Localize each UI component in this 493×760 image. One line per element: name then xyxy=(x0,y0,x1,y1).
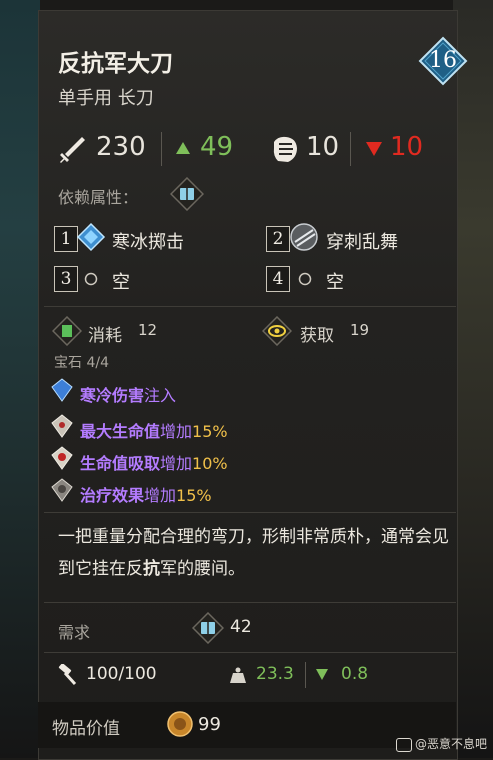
item-description: 一把重量分配合理的弯刀，形制非常质朴，通常会见到它挂在反抗军的腰间。 xyxy=(58,521,450,585)
requirement-label: 需求 xyxy=(58,623,91,642)
divider xyxy=(44,602,456,603)
gem-effect: 最大生命值增加15% xyxy=(80,418,228,442)
gem-effect-suffix: 增加 xyxy=(144,486,177,505)
consume-icon xyxy=(52,316,82,346)
skill-name[interactable]: 空 xyxy=(112,268,130,294)
weight-down: 0.8 xyxy=(341,664,369,684)
divider xyxy=(305,662,306,688)
gem-effect-name: 生命值吸取 xyxy=(80,454,161,473)
consume-value: 12 xyxy=(138,321,158,339)
gem-icon[interactable] xyxy=(50,378,74,402)
coin-icon xyxy=(167,711,193,737)
description-text: 一把重量分配合理的弯刀，形制非常质朴，通常会见到它挂在反 xyxy=(58,527,449,579)
divider xyxy=(44,306,456,307)
book-icon[interactable] xyxy=(170,177,204,211)
weight-icon xyxy=(230,667,246,683)
gem-icon[interactable] xyxy=(50,414,74,438)
gem-icon[interactable] xyxy=(50,446,74,470)
arrow-up-icon xyxy=(176,142,190,154)
item-name: 反抗军大刀 xyxy=(58,51,173,77)
divider xyxy=(44,512,456,513)
weight-up: 23.3 xyxy=(256,664,294,684)
skill-slot-number: 3 xyxy=(54,266,78,292)
description-text: 军的腰间。 xyxy=(160,559,245,579)
gem-effect-bonus: 10% xyxy=(192,454,228,473)
value-label: 物品价值 xyxy=(52,719,120,739)
gems-label: 宝石 4/4 xyxy=(54,355,109,371)
skill-slot-number: 2 xyxy=(266,226,290,252)
gauntlet-icon xyxy=(273,136,297,162)
attack-value: 230 xyxy=(96,132,146,162)
skill-slot-number: 4 xyxy=(266,266,290,292)
watermark: @恶意不息吧 xyxy=(395,735,487,752)
divider xyxy=(161,132,162,166)
dependency-label: 依赖属性： xyxy=(58,188,139,207)
gem-effect: 寒冷伤害注入 xyxy=(80,382,176,406)
skill-slot-number: 1 xyxy=(54,226,78,252)
background-right xyxy=(453,0,493,758)
empty-slot-icon[interactable] xyxy=(298,272,312,286)
requirement-value: 42 xyxy=(230,617,252,637)
sword-icon xyxy=(60,137,85,163)
eye-icon xyxy=(262,316,292,346)
skill-name[interactable]: 穿刺乱舞 xyxy=(326,228,398,254)
frost-gem-icon[interactable] xyxy=(76,222,106,252)
arrow-down-icon xyxy=(366,142,382,156)
watermark-text: @恶意不息吧 xyxy=(414,737,487,751)
gem-effect-name: 寒冷伤害 xyxy=(80,386,145,405)
skill-name[interactable]: 寒冰掷击 xyxy=(112,228,184,254)
item-level: 16 xyxy=(429,48,457,73)
background-left xyxy=(0,0,40,758)
consume-label: 消耗 xyxy=(88,326,122,346)
hammer-icon xyxy=(58,664,77,686)
value-amount: 99 xyxy=(198,714,221,735)
weibo-icon xyxy=(395,737,412,752)
book-icon xyxy=(192,612,224,644)
obtain-label: 获取 xyxy=(300,326,334,346)
skill-name[interactable]: 空 xyxy=(326,268,344,294)
gem-effect: 生命值吸取增加10% xyxy=(80,450,228,474)
divider xyxy=(44,652,456,653)
gem-effect-suffix: 增加 xyxy=(160,454,193,473)
gem-effect-bonus: 15% xyxy=(176,486,212,505)
gem-effect-bonus: 15% xyxy=(192,422,228,441)
attack-gain: 49 xyxy=(200,132,234,162)
gem-effect-name: 最大生命值 xyxy=(80,422,161,441)
durability-value: 100/100 xyxy=(86,664,157,684)
weight-loss: 10 xyxy=(390,132,424,162)
description-keyword: 抗 xyxy=(143,559,160,579)
obtain-value: 19 xyxy=(350,321,370,339)
item-type: 单手用 长刀 xyxy=(58,88,154,109)
divider xyxy=(350,132,351,166)
empty-slot-icon[interactable] xyxy=(84,272,98,286)
arrow-down-icon xyxy=(316,669,328,680)
gem-effect-suffix: 注入 xyxy=(144,386,177,405)
gem-icon[interactable] xyxy=(50,478,74,502)
gem-effect-name: 治疗效果 xyxy=(80,486,145,505)
pierce-icon[interactable] xyxy=(289,222,319,252)
gem-effect: 治疗效果增加15% xyxy=(80,482,212,506)
weight-value: 10 xyxy=(306,132,340,162)
gem-effect-suffix: 增加 xyxy=(160,422,193,441)
